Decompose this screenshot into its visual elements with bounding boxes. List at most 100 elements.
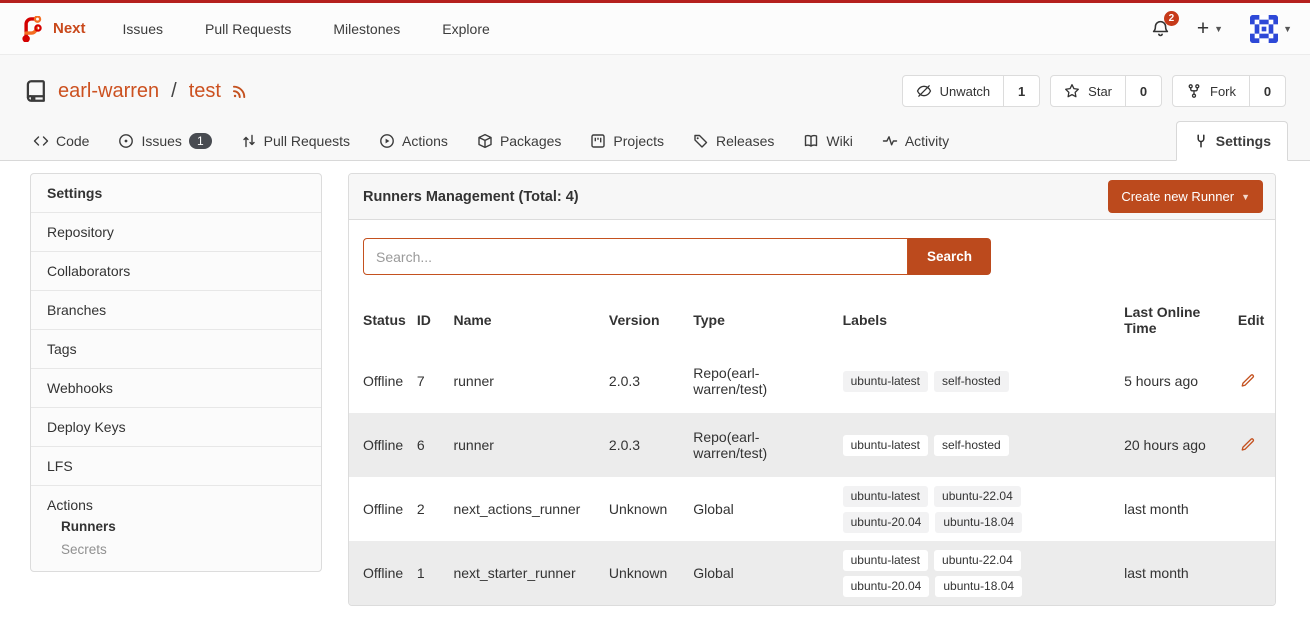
- repo-tabs: Code Issues 1 Pull Requests Actions Pack…: [0, 121, 1310, 161]
- cell-id: 1: [417, 541, 454, 605]
- repo-owner-link[interactable]: earl-warren: [58, 80, 159, 103]
- tab-issues[interactable]: Issues 1: [107, 121, 222, 160]
- cell-edit: [1238, 413, 1275, 477]
- fork-button[interactable]: Fork 0: [1172, 75, 1286, 107]
- unwatch-label: Unwatch: [940, 84, 991, 99]
- chevron-down-icon: ▼: [1241, 192, 1250, 202]
- sidebar-item-webhooks[interactable]: Webhooks: [31, 369, 321, 408]
- sidebar-item-lfs[interactable]: LFS: [31, 447, 321, 486]
- label-chip: ubuntu-22.04: [934, 550, 1021, 571]
- settings-sidebar: Settings Repository Collaborators Branch…: [30, 173, 322, 572]
- cell-id: 7: [417, 349, 454, 413]
- project-board-icon: [590, 133, 606, 149]
- cell-version: Unknown: [609, 477, 693, 541]
- tab-activity[interactable]: Activity: [871, 121, 960, 160]
- cell-name: next_actions_runner: [453, 477, 608, 541]
- cell-name: runner: [453, 349, 608, 413]
- cell-edit: [1238, 349, 1275, 413]
- unwatch-button[interactable]: Unwatch 1: [902, 75, 1041, 107]
- navbar-right-group: 2 + ▼ ▼: [1151, 15, 1292, 43]
- star-button[interactable]: Star 0: [1050, 75, 1162, 107]
- label-chip: ubuntu-20.04: [843, 512, 930, 533]
- user-menu-button[interactable]: ▼: [1250, 15, 1292, 43]
- create-new-dropdown-button[interactable]: + ▼: [1197, 18, 1223, 39]
- tab-packages[interactable]: Packages: [466, 121, 572, 160]
- repo-header: earl-warren / test Unwatch 1: [0, 55, 1310, 121]
- cell-status: Offline: [349, 349, 417, 413]
- sidebar-item-tags[interactable]: Tags: [31, 330, 321, 369]
- label-chip: ubuntu-latest: [843, 371, 928, 392]
- sidebar-subitem-secrets[interactable]: Secrets: [47, 536, 305, 559]
- cell-edit: [1238, 477, 1275, 541]
- tab-label: Packages: [500, 133, 561, 149]
- nav-link-explore[interactable]: Explore: [421, 21, 510, 37]
- tab-label: Code: [56, 133, 89, 149]
- tab-projects[interactable]: Projects: [579, 121, 675, 160]
- notifications-button[interactable]: 2: [1151, 19, 1170, 38]
- tab-releases[interactable]: Releases: [682, 121, 785, 160]
- cell-id: 2: [417, 477, 454, 541]
- sidebar-subitem-runners[interactable]: Runners: [47, 513, 305, 536]
- cell-type: Repo(earl-warren/test): [693, 413, 842, 477]
- nav-link-milestones[interactable]: Milestones: [312, 21, 421, 37]
- tab-pull-requests[interactable]: Pull Requests: [230, 121, 361, 160]
- search-button[interactable]: Search: [908, 238, 991, 275]
- tab-label: Projects: [613, 133, 664, 149]
- sidebar-item-collaborators[interactable]: Collaborators: [31, 252, 321, 291]
- cell-labels: ubuntu-latest ubuntu-22.04 ubuntu-20.04 …: [843, 541, 1124, 605]
- edit-runner-button[interactable]: [1238, 435, 1257, 454]
- nav-link-issues[interactable]: Issues: [102, 21, 184, 37]
- tab-label: Activity: [905, 133, 949, 149]
- create-new-runner-button[interactable]: Create new Runner ▼: [1108, 180, 1263, 213]
- sidebar-item-branches[interactable]: Branches: [31, 291, 321, 330]
- tab-label: Releases: [716, 133, 774, 149]
- watchers-count[interactable]: 1: [1003, 76, 1039, 106]
- repo-title: earl-warren / test: [24, 79, 249, 103]
- search-input[interactable]: [363, 238, 908, 275]
- nav-link-pull-requests[interactable]: Pull Requests: [184, 21, 312, 37]
- table-row: Offline 6 runner 2.0.3 Repo(earl-warren/…: [349, 413, 1275, 477]
- cell-last-online: last month: [1124, 477, 1238, 541]
- forks-count[interactable]: 0: [1249, 76, 1285, 106]
- label-chip: ubuntu-latest: [843, 486, 928, 507]
- tab-settings[interactable]: Settings: [1176, 121, 1288, 161]
- repo-name-link[interactable]: test: [189, 80, 221, 103]
- sidebar-item-actions[interactable]: Actions: [47, 497, 305, 513]
- stars-count[interactable]: 0: [1125, 76, 1161, 106]
- pulse-icon: [882, 133, 898, 149]
- cell-status: Offline: [349, 477, 417, 541]
- runner-search-form: Search: [349, 220, 1275, 287]
- star-label: Star: [1088, 84, 1112, 99]
- eye-slash-icon: [916, 83, 932, 99]
- label-chip: self-hosted: [934, 371, 1009, 392]
- col-last-online-time: Last Online Time: [1124, 291, 1238, 349]
- fork-label: Fork: [1210, 84, 1236, 99]
- rss-feed-icon[interactable]: [231, 82, 249, 100]
- cell-type: Repo(earl-warren/test): [693, 349, 842, 413]
- cell-last-online: 5 hours ago: [1124, 349, 1238, 413]
- edit-runner-button[interactable]: [1238, 371, 1257, 390]
- page-content: Settings Repository Collaborators Branch…: [0, 161, 1310, 606]
- notification-count-badge: 2: [1164, 11, 1179, 26]
- tools-icon: [1193, 133, 1209, 149]
- cell-status: Offline: [349, 541, 417, 605]
- tab-actions[interactable]: Actions: [368, 121, 459, 160]
- tab-code[interactable]: Code: [22, 121, 100, 160]
- top-navbar: Next Issues Pull Requests Milestones Exp…: [0, 3, 1310, 55]
- cell-type: Global: [693, 541, 842, 605]
- forgejo-logo-home-link[interactable]: Next: [18, 16, 86, 42]
- col-edit: Edit: [1238, 291, 1275, 349]
- cell-name: runner: [453, 413, 608, 477]
- fork-icon: [1186, 83, 1202, 99]
- col-id: ID: [417, 291, 454, 349]
- tab-label: Pull Requests: [264, 133, 350, 149]
- col-type: Type: [693, 291, 842, 349]
- cell-last-online: 20 hours ago: [1124, 413, 1238, 477]
- sidebar-item-repository[interactable]: Repository: [31, 213, 321, 252]
- identicon-image: [1250, 15, 1278, 43]
- tag-icon: [693, 133, 709, 149]
- sidebar-item-deploy-keys[interactable]: Deploy Keys: [31, 408, 321, 447]
- tab-wiki[interactable]: Wiki: [792, 121, 863, 160]
- book-icon: [803, 133, 819, 149]
- label-chip: ubuntu-18.04: [935, 512, 1022, 533]
